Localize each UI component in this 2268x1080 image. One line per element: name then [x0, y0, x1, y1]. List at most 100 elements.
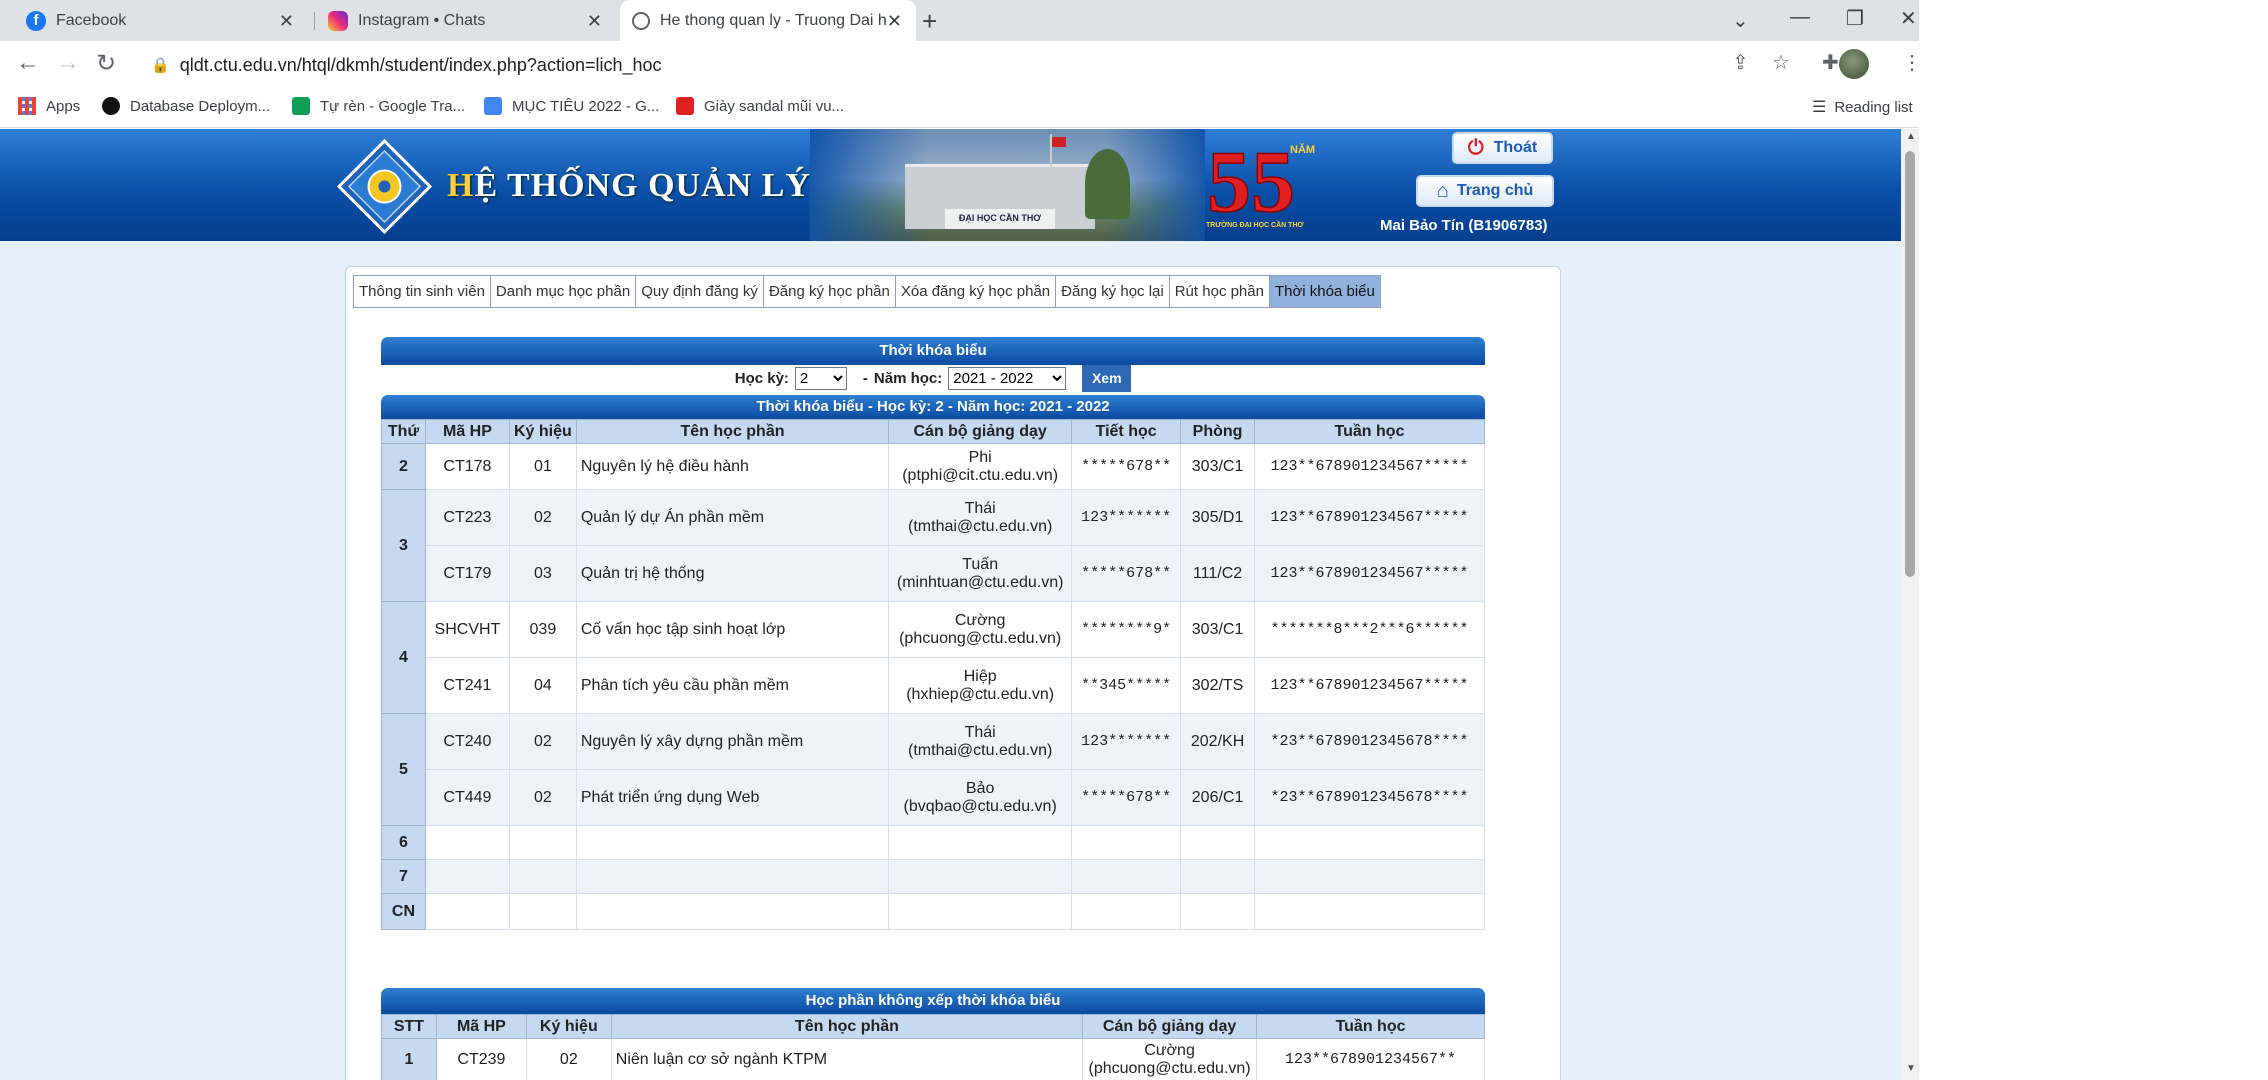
- weeks-cell: 123**678901234567*****: [1254, 545, 1485, 602]
- year-select[interactable]: 2021 - 2022: [948, 366, 1067, 390]
- logout-button[interactable]: ⏻ Thoát: [1452, 132, 1553, 164]
- new-tab-button[interactable]: +: [922, 6, 937, 37]
- tab-instagram[interactable]: Instagram • Chats ✕: [316, 0, 616, 41]
- col-ten-hoc-phan: Tên học phần: [575, 419, 890, 444]
- globe-icon: [632, 11, 650, 30]
- back-arrow-icon[interactable]: ←: [16, 49, 40, 77]
- close-icon[interactable]: ✕: [279, 11, 294, 32]
- table-row: CT449 02 Phát triển ứng dụng Web Bảo (bvqbao…: [381, 769, 1485, 826]
- share-icon[interactable]: ⇪: [1732, 50, 1749, 75]
- room-cell: 206/C1: [1180, 769, 1256, 826]
- profile-avatar[interactable]: [1839, 49, 1869, 79]
- lecturer-name: Thái: [964, 723, 996, 741]
- reading-list-button[interactable]: ☰ Reading list: [1812, 97, 1913, 117]
- lecturer-name: Thái: [964, 499, 996, 517]
- col-can-bo: Cán bộ giảng dạy: [1082, 1014, 1258, 1039]
- restore-button[interactable]: ❐: [1846, 6, 1864, 31]
- scroll-down-arrow-icon[interactable]: ▼: [1906, 1063, 1916, 1074]
- lecturer-email: (phcuong@ctu.edu.vn): [899, 629, 1062, 647]
- main-panel: Thông tin sinh viên Danh mục học phần Qu…: [345, 266, 1561, 1080]
- room-cell: 111/C2: [1180, 545, 1256, 602]
- facebook-icon: f: [26, 10, 46, 31]
- extensions-puzzle-icon[interactable]: ✚: [1822, 50, 1839, 75]
- forward-arrow-icon[interactable]: →: [56, 49, 80, 77]
- ctu-logo-icon: [337, 139, 432, 234]
- name-cell: Nguyên lý xây dựng phần mềm: [575, 713, 890, 770]
- lecturer-email: (bvqbao@ctu.edu.vn): [903, 797, 1057, 815]
- table-row: CT179 03 Quản trị hệ thống Tuấn (minhtuan@ct…: [381, 545, 1485, 602]
- bookmark-apps[interactable]: Apps: [18, 97, 80, 115]
- menu-quy-dinh-dang-ky[interactable]: Quy định đăng ký: [635, 275, 764, 308]
- close-icon[interactable]: ✕: [587, 11, 602, 32]
- menu-thong-tin-sinh-vien[interactable]: Thông tin sinh viên: [353, 275, 491, 308]
- periods-cell: *****678**: [1071, 545, 1182, 602]
- lecturer-email: (minhtuan@ctu.edu.vn): [896, 573, 1064, 591]
- google-docs-icon: [484, 97, 502, 115]
- lecturer-cell: Tuấn (minhtuan@ctu.edu.vn): [888, 545, 1073, 602]
- home-button[interactable]: ⌂ Trang chủ: [1416, 175, 1554, 207]
- periods-cell: *****678**: [1071, 769, 1182, 826]
- minimize-button[interactable]: —: [1790, 6, 1810, 29]
- weeks-cell: 123**678901234567*****: [1254, 657, 1485, 714]
- bookmark-giay-sandal[interactable]: Giày sandal mũi vu...: [676, 97, 844, 115]
- semester-select[interactable]: 2: [794, 366, 847, 390]
- bookmarks-bar: Apps Database Deploym... Tự rèn - Google…: [0, 89, 1919, 128]
- name-cell: Niên luận cơ sở ngành KTPM: [610, 1038, 1084, 1080]
- menu-danh-muc-hoc-phan[interactable]: Danh mục học phần: [489, 275, 637, 308]
- menu-dang-ky-hoc-lai[interactable]: Đăng ký học lại: [1055, 275, 1170, 308]
- view-button[interactable]: Xem: [1082, 364, 1132, 392]
- periods-cell: **345*****: [1071, 657, 1182, 714]
- bookmark-google-tra[interactable]: Tự rèn - Google Tra...: [292, 97, 465, 115]
- table-row: 1 CT239 02 Niên luận cơ sở ngành KTPM Cư…: [381, 1038, 1485, 1080]
- menu-bar: Thông tin sinh viên Danh mục học phần Qu…: [353, 275, 1381, 308]
- schedule-header-row: Thứ Mã HP Ký hiệu Tên học phần Cán bộ gi…: [381, 419, 1485, 444]
- menu-thoi-khoa-bieu[interactable]: Thời khóa biểu: [1268, 275, 1381, 308]
- weeks-cell: [1254, 825, 1485, 860]
- lecturer-cell: Cường (phcuong@ctu.edu.vn): [888, 601, 1073, 658]
- col-phong: Phòng: [1180, 419, 1256, 444]
- schedule-table: Thứ Mã HP Ký hiệu Tên học phần Cán bộ gi…: [381, 419, 1485, 930]
- table-row: CN: [381, 893, 1485, 930]
- schedule-subtitle-bar: Thời khóa biểu - Học kỳ: 2 - Năm học: 20…: [381, 395, 1485, 419]
- periods-cell: [1071, 893, 1182, 930]
- scrollbar-thumb[interactable]: [1905, 151, 1915, 577]
- bookmark-label: MỤC TIÊU 2022 - G...: [512, 97, 660, 115]
- code-cell: CT178: [424, 443, 510, 490]
- bookmark-muc-tieu[interactable]: MỤC TIÊU 2022 - G...: [484, 97, 659, 115]
- page-scrollbar[interactable]: ▲ ▼: [1901, 129, 1919, 1080]
- room-cell: 302/TS: [1180, 657, 1256, 714]
- tab-search-chevron-icon[interactable]: ⌄: [1732, 8, 1749, 33]
- tab-bar: f Facebook ✕ Instagram • Chats ✕ He thon…: [0, 0, 1919, 41]
- semester-selector-row: Học kỳ: 2 - Năm học: 2021 - 2022 Xem: [381, 364, 1485, 392]
- name-cell: Cố vấn học tập sinh hoạt lớp: [575, 601, 890, 658]
- room-cell: [1180, 893, 1256, 930]
- table-row: 4 SHCVHT 039 Cố vấn học tập sinh hoạt lớp Cư…: [381, 601, 1485, 714]
- group-cell: 02: [508, 489, 577, 546]
- apps-grid-icon: [18, 97, 36, 115]
- close-window-button[interactable]: ✕: [1900, 6, 1917, 31]
- system-title: HỆ THỐNG QUẢN LÝ: [447, 167, 811, 205]
- address-bar[interactable]: 🔒 qldt.ctu.edu.vn/htql/dkmh/student/inde…: [135, 47, 1777, 83]
- tab-he-thong-quan-ly[interactable]: He thong quan ly - Truong Dai h ✕: [620, 0, 916, 41]
- reload-icon[interactable]: ↻: [96, 49, 116, 78]
- weeks-cell: 123**678901234567*****: [1254, 489, 1485, 546]
- stt-cell: 1: [381, 1038, 437, 1080]
- tab-facebook[interactable]: f Facebook ✕: [8, 0, 308, 41]
- table-row: 3 CT223 02 Quản lý dự Án phần mềm Thái (tmtha…: [381, 489, 1485, 602]
- mongodb-icon: [102, 97, 120, 115]
- home-label: Trang chủ: [1456, 182, 1534, 199]
- weeks-cell: 123**678901234567**: [1256, 1038, 1485, 1080]
- menu-dang-ky-hoc-phan[interactable]: Đăng ký học phần: [762, 275, 896, 308]
- col-stt: STT: [381, 1014, 437, 1039]
- bookmark-label: Database Deploym...: [130, 97, 271, 115]
- menu-xoa-dang-ky-hoc-phan[interactable]: Xóa đăng ký học phần: [894, 275, 1057, 308]
- star-bookmark-icon[interactable]: ☆: [1772, 50, 1790, 75]
- close-icon[interactable]: ✕: [887, 11, 902, 32]
- scroll-up-arrow-icon[interactable]: ▲: [1906, 131, 1916, 142]
- menu-rut-hoc-phan[interactable]: Rút học phần: [1168, 275, 1270, 308]
- bookmark-database[interactable]: Database Deploym...: [102, 97, 270, 115]
- weeks-cell: 123**678901234567*****: [1254, 443, 1485, 490]
- col-tuan-hoc: Tuần học: [1256, 1014, 1485, 1039]
- more-menu-icon[interactable]: ⋮: [1902, 50, 1922, 75]
- tab-title: Facebook: [56, 11, 127, 29]
